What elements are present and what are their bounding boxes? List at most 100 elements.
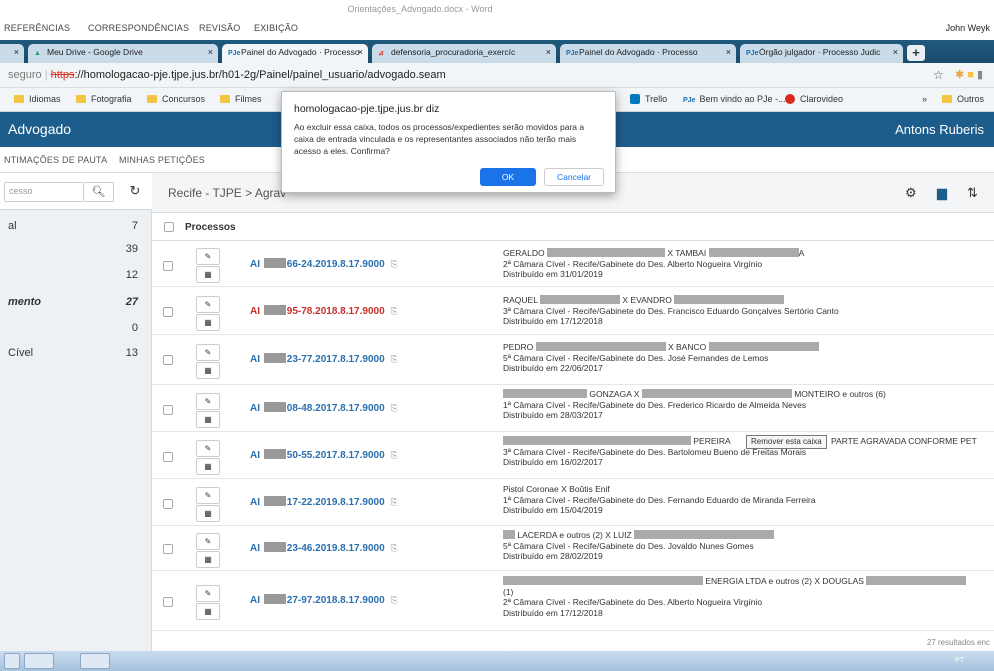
copy-icon[interactable]: ⎘ [391, 450, 398, 460]
close-icon[interactable]: × [208, 47, 213, 57]
calendar-icon[interactable]: ▦ [196, 603, 220, 620]
browser-tab-defensoria-pdf[interactable]: ⊿ defensoria_procuradoria_exercíc × [372, 44, 556, 63]
new-tab-button[interactable]: + [907, 45, 925, 61]
calendar-icon[interactable]: ▦ [196, 505, 220, 522]
gear-icon[interactable]: ⚙ [905, 185, 917, 201]
word-menu-references[interactable]: REFERÊNCIAS [4, 23, 70, 33]
url-text[interactable]: seguro | https://homologacao-pje.tjpe.ju… [8, 69, 446, 81]
sidebar-item[interactable]: 39 [0, 239, 152, 260]
word-menu-review[interactable]: REVISÃO [199, 23, 240, 33]
edit-icon[interactable]: ✎ [196, 296, 220, 313]
close-icon[interactable]: × [14, 47, 19, 57]
browser-tab-partial[interactable]: × [0, 44, 24, 63]
edit-icon[interactable]: ✎ [196, 533, 220, 550]
copy-icon[interactable]: ⎘ [391, 259, 398, 269]
bookmark-concursos[interactable]: Concursos [147, 94, 205, 104]
select-all-checkbox[interactable] [164, 222, 174, 232]
table-row[interactable]: ✎ ▦ AI 23-77.2017.8.17.9000 ⎘ PEDRO X BAN… [152, 335, 994, 385]
sidebar-item[interactable]: 12 [0, 265, 152, 286]
search-button[interactable]: 🔍︎ [84, 182, 114, 202]
extension-icons[interactable]: ✱ ■ ▮ [955, 68, 983, 81]
table-row[interactable]: ✎ ▦ AI 17-22.2019.8.17.9000 ⎘ Pistol Coro… [152, 479, 994, 526]
row-checkbox[interactable] [163, 597, 173, 607]
row-checkbox[interactable] [163, 355, 173, 365]
process-number-link[interactable]: AI 23-46.2019.8.17.9000 ⎘ [250, 542, 398, 554]
bookmark-idiomas[interactable]: Idiomas [14, 94, 61, 104]
taskbar-app-icon[interactable] [4, 653, 20, 669]
edit-icon[interactable]: ✎ [196, 487, 220, 504]
copy-icon[interactable]: ⎘ [391, 543, 398, 553]
edit-icon[interactable]: ✎ [196, 585, 220, 602]
language-indicator[interactable]: PT [955, 657, 964, 664]
calendar-icon[interactable]: ▦ [196, 458, 220, 475]
calendar-icon[interactable]: ▦ [196, 411, 220, 428]
bookmark-fotografia[interactable]: Fotografia [76, 94, 132, 104]
calendar-icon[interactable]: ▦ [196, 314, 220, 331]
process-number-link[interactable]: AI 23-77.2017.8.17.9000 ⎘ [250, 353, 398, 365]
row-checkbox[interactable] [163, 452, 173, 462]
edit-icon[interactable]: ✎ [196, 393, 220, 410]
table-row[interactable]: ✎ ▦ AI 50-55.2017.8.17.9000 ⎘ PEREIRA PAR… [152, 432, 994, 479]
table-row[interactable]: ✎ ▦ AI 95-78.2018.8.17.9000 ⎘ RAQUEL X EV… [152, 287, 994, 335]
row-checkbox[interactable] [163, 544, 173, 554]
tab-intimacoes-de-pauta[interactable]: NTIMAÇÕES DE PAUTA [4, 155, 107, 165]
bookmark-outros[interactable]: Outros [942, 94, 984, 104]
table-row[interactable]: ✎ ▦ AI 66-24.2019.8.17.9000 ⎘ GERALDO X T… [152, 241, 994, 287]
row-checkbox[interactable] [163, 307, 173, 317]
ok-button[interactable]: OK [480, 168, 536, 186]
edit-icon[interactable]: ✎ [196, 344, 220, 361]
bookmark-clarovideo[interactable]: Clarovideo [785, 94, 843, 104]
refresh-button[interactable]: ↻ [125, 182, 145, 202]
calendar-icon[interactable]: ▦ [196, 266, 220, 283]
sidebar-item-civel[interactable]: Cível 13 [0, 343, 152, 364]
address-bar[interactable]: seguro | https://homologacao-pje.tjpe.ju… [0, 63, 994, 88]
row-checkbox[interactable] [163, 405, 173, 415]
bookmark-pje[interactable]: PJe Bem vindo ao PJe -... [683, 94, 786, 104]
row-checkbox[interactable] [163, 499, 173, 509]
word-menu-view[interactable]: EXIBIÇÃO [254, 23, 298, 33]
search-input[interactable]: cesso [4, 182, 84, 202]
user-menu[interactable]: Antons Ruberis [895, 122, 984, 137]
browser-tab-orgao-julgador[interactable]: PJeÓrgão julgador · Processo Judic × [740, 44, 903, 63]
tab-minhas-peticoes[interactable]: MINHAS PETIÇÕES [119, 155, 205, 165]
word-menu-mailings[interactable]: CORRESPONDÊNCIAS [88, 23, 189, 33]
close-icon[interactable]: × [893, 47, 898, 57]
cancel-button[interactable]: Cancelar [544, 168, 604, 186]
close-icon[interactable]: × [358, 47, 363, 57]
process-number-link[interactable]: AI 08-48.2017.8.17.9000 ⎘ [250, 402, 398, 414]
calendar-icon[interactable]: ▦ [196, 362, 220, 379]
sidebar-item[interactable]: al 7 [0, 216, 152, 237]
table-row[interactable]: ✎ ▦ AI 23-46.2019.8.17.9000 ⎘ LACERDA e o… [152, 526, 994, 571]
word-user-name[interactable]: John Weyk [946, 23, 990, 33]
copy-icon[interactable]: ⎘ [391, 306, 398, 316]
browser-tab-painel-advogado[interactable]: PJePainel do Advogado · Processo × [222, 44, 368, 63]
close-icon[interactable]: × [726, 47, 731, 57]
process-number-link[interactable]: AI 27-97.2018.8.17.9000 ⎘ [250, 594, 398, 606]
process-number-link[interactable]: AI 50-55.2017.8.17.9000 ⎘ [250, 449, 398, 461]
bookmark-filmes[interactable]: Filmes [220, 94, 262, 104]
row-checkbox[interactable] [163, 261, 173, 271]
sort-icon[interactable]: ⇅ [967, 185, 978, 201]
copy-icon[interactable]: ⎘ [391, 354, 398, 364]
bookmark-trello[interactable]: Trello [630, 94, 667, 104]
bookmark-star-icon[interactable]: ☆ [933, 68, 944, 82]
table-row[interactable]: ✎ ▦ AI 27-97.2018.8.17.9000 ⎘ ENERGIA LTD… [152, 571, 994, 631]
close-icon[interactable]: × [546, 47, 551, 57]
taskbar-app-icon[interactable] [80, 653, 110, 669]
copy-icon[interactable]: ⎘ [391, 595, 398, 605]
calendar-icon[interactable]: ▦ [196, 551, 220, 568]
sidebar-item-selected[interactable]: mento 27 [0, 292, 152, 313]
copy-icon[interactable]: ⎘ [391, 497, 398, 507]
taskbar-app-icon[interactable] [24, 653, 54, 669]
breadcrumb[interactable]: Recife - TJPE > Agrav [168, 186, 286, 200]
process-number-link[interactable]: AI 17-22.2019.8.17.9000 ⎘ [250, 496, 398, 508]
copy-icon[interactable]: ⎘ [391, 403, 398, 413]
process-number-link[interactable]: AI 95-78.2018.8.17.9000 ⎘ [250, 305, 398, 317]
trash-icon[interactable]: ▆ [937, 185, 947, 201]
sidebar-item[interactable]: 0 [0, 318, 152, 339]
table-row[interactable]: ✎ ▦ AI 08-48.2017.8.17.9000 ⎘ GONZAGA X M… [152, 385, 994, 432]
browser-tab-painel-advogado-2[interactable]: PJePainel do Advogado · Processo × [560, 44, 736, 63]
edit-icon[interactable]: ✎ [196, 440, 220, 457]
bookmarks-more-button[interactable]: » [922, 94, 927, 104]
edit-icon[interactable]: ✎ [196, 248, 220, 265]
